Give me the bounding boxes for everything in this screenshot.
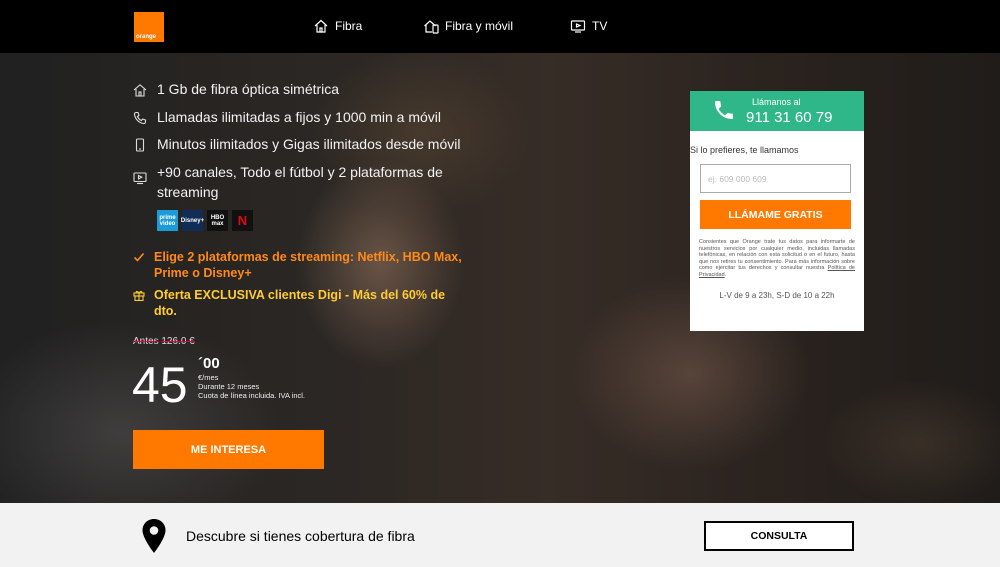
previous-price-value: 126.0 € (161, 336, 195, 347)
gift-icon (133, 290, 145, 302)
price-duration: Durante 12 meses (198, 382, 260, 391)
call-us-number[interactable]: 911 31 60 79 (746, 109, 832, 126)
me-interesa-button[interactable]: ME INTERESA (133, 430, 324, 469)
home-icon (314, 19, 328, 33)
coverage-text: Descubre si tienes cobertura de fibra (186, 528, 415, 544)
nav-label: Fibra y móvil (445, 19, 514, 33)
consent-text: Consientes que Orange trate tus datos pa… (699, 239, 855, 278)
feature-mobile: Minutos ilimitados y Gigas ilimitados de… (133, 134, 460, 154)
feature-text: Llamadas ilimitadas a fijos y 1000 min a… (157, 109, 442, 125)
mobile-icon (135, 138, 145, 152)
tv-icon (570, 20, 586, 33)
call-us-label: Llámanos al (752, 97, 801, 107)
hbo-max-logo: HBO max (207, 210, 228, 231)
feature-tv: +90 canales, Todo el fútbol y 2 platafor… (133, 162, 463, 202)
nav-item-tv[interactable]: TV (570, 18, 607, 34)
home-icon (133, 84, 147, 97)
home-mobile-icon (424, 20, 439, 34)
promo-digi-text: Oferta EXCLUSIVA clientes Digi - Más del… (154, 288, 446, 318)
promo-streaming: Elige 2 plataformas de streaming: Netfli… (133, 249, 473, 281)
logo-text: orange (136, 34, 157, 40)
consulta-button[interactable]: CONSULTA (704, 521, 854, 551)
feature-calls: Llamadas ilimitadas a fijos y 1000 min a… (133, 107, 441, 127)
check-icon (133, 252, 145, 262)
location-pin-icon (142, 519, 166, 553)
price-note: Cuota de línea incluida. IVA incl. (198, 391, 306, 400)
price-amount: 45 (132, 357, 188, 413)
phone-icon (133, 111, 147, 125)
phone-number-input[interactable] (700, 164, 851, 193)
promo-streaming-text: Elige 2 plataformas de streaming: Netfli… (154, 250, 462, 280)
previous-price-label: Antes (133, 336, 159, 347)
prime-video-logo: prime video (157, 210, 178, 231)
streaming-platform-logos: prime video Disney+ HBO max N (157, 210, 253, 231)
llamame-gratis-button[interactable]: LLÁMAME GRATIS (700, 200, 851, 229)
price-decimals: ´00 (198, 355, 220, 372)
coverage-bar: Descubre si tienes cobertura de fibra CO… (0, 503, 1000, 567)
feature-text: 1 Gb de fibra óptica simétrica (157, 81, 340, 97)
opening-hours: L-V de 9 a 23h, S-D de 10 a 22h (719, 291, 835, 300)
netflix-logo: N (232, 210, 253, 231)
disney-plus-logo: Disney+ (181, 210, 204, 231)
nav-item-fibra-movil[interactable]: Fibra y móvil (423, 18, 513, 34)
feature-fiber: 1 Gb de fibra óptica simétrica (133, 79, 339, 99)
nav-item-fibra[interactable]: Fibra (313, 18, 362, 34)
callback-form: Llámanos al 911 31 60 79 Si lo prefieres… (690, 91, 864, 331)
nav-label: TV (592, 19, 608, 33)
hero-section: 1 Gb de fibra óptica simétrica Llamadas … (0, 53, 1000, 503)
callback-subtitle: Si lo prefieres, te llamamos (690, 145, 799, 155)
nav-label: Fibra (335, 19, 363, 33)
price-details: €/mes Durante 12 meses Cuota de línea in… (198, 373, 305, 400)
orange-logo[interactable]: orange (134, 12, 164, 42)
top-nav: orange Fibra Fibra y móvil TV (0, 0, 1000, 53)
promo-digi: Oferta EXCLUSIVA clientes Digi - Más del… (133, 287, 468, 319)
previous-price: Antes 126.0 € (133, 336, 195, 347)
feature-text: Minutos ilimitados y Gigas ilimitados de… (157, 136, 461, 152)
feature-text: +90 canales, Todo el fútbol y 2 platafor… (157, 164, 443, 200)
price-unit: €/mes (198, 373, 219, 382)
call-us-banner[interactable]: Llámanos al 911 31 60 79 (690, 91, 864, 131)
phone-icon (715, 101, 733, 119)
tv-icon (133, 172, 147, 185)
